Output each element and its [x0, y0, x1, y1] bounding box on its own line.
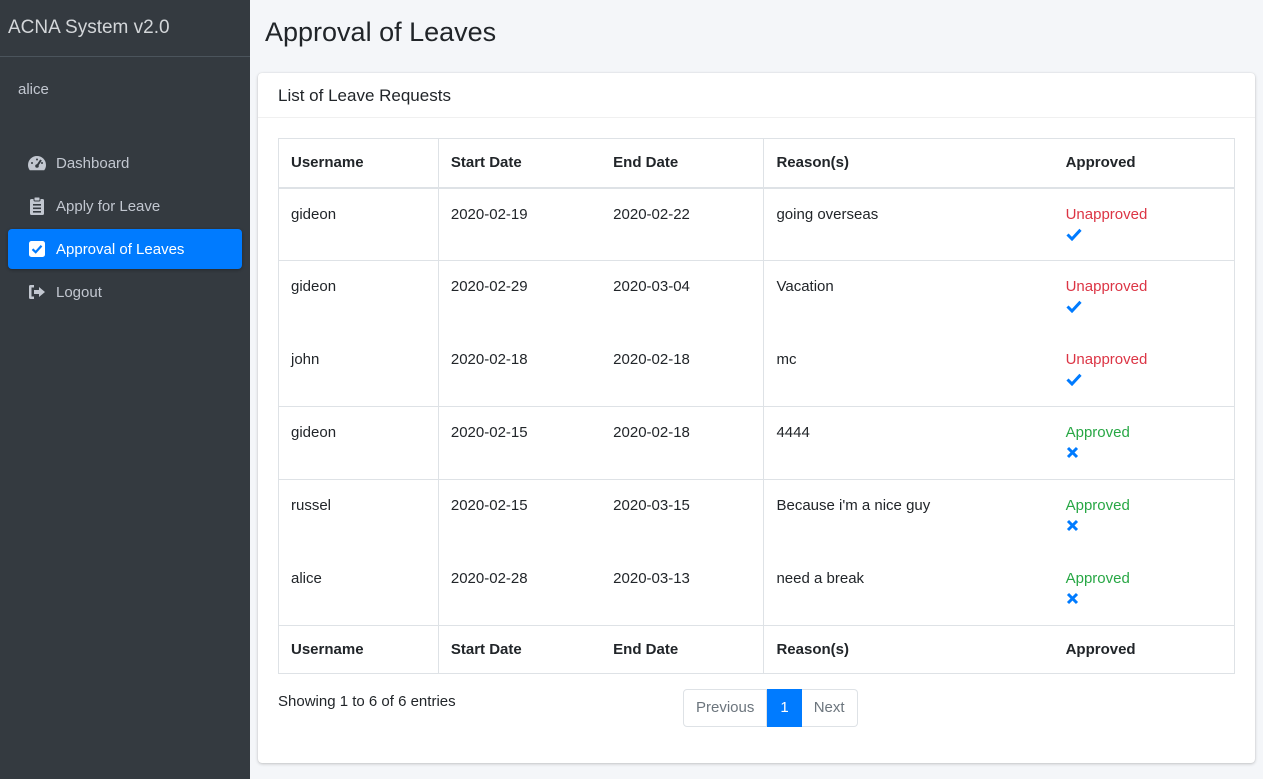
table-info: Showing 1 to 6 of 6 entries — [278, 693, 456, 710]
cell-reason: Because i'm a nice guy — [763, 479, 1054, 553]
footer-header-username: Username — [278, 625, 439, 674]
column-header-end-date[interactable]: End Date — [601, 138, 764, 189]
table-row: gideon 2020-02-29 2020-03-04 Vacation Un… — [278, 260, 1235, 334]
footer-header-start-date: Start Date — [437, 625, 602, 674]
cell-start-date: 2020-02-18 — [437, 333, 602, 407]
cell-end-date: 2020-02-18 — [613, 350, 690, 368]
table-row: russel 2020-02-15 2020-03-15 Because i'm… — [278, 479, 1235, 553]
table-footer-row: Username Start Date End Date Reason(s) A… — [278, 625, 1235, 674]
approve-check-icon[interactable] — [1066, 300, 1082, 317]
sidebar-nav: Dashboard Apply for Leave Approval of Le… — [0, 121, 250, 312]
status-unapproved: Unapproved — [1065, 350, 1148, 368]
sidebar-item-label: Dashboard — [56, 154, 130, 172]
leave-requests-card: List of Leave Requests Username Start Da… — [258, 73, 1255, 763]
cell-start-date: 2020-02-19 — [437, 187, 602, 261]
footer-header-approved: Approved — [1053, 625, 1235, 674]
sidebar-item-logout[interactable]: Logout — [8, 272, 242, 312]
cell-start-date: 2020-02-15 — [437, 479, 602, 553]
cell-username: russel — [278, 479, 439, 553]
footer-header-end-date: End Date — [601, 625, 764, 674]
card-title: List of Leave Requests — [258, 73, 1255, 118]
unapprove-x-icon[interactable] — [1066, 446, 1079, 463]
table-row: john 2020-02-18 2020-02-18 mc Unapproved — [279, 333, 1235, 407]
column-header-approved[interactable]: Approved — [1053, 138, 1235, 189]
footer-header-reasons: Reason(s) — [763, 625, 1054, 674]
sign-out-icon — [27, 283, 47, 301]
cell-reason: mc — [763, 333, 1054, 407]
table-row: alice 2020-02-28 2020-03-13 need a break… — [279, 552, 1235, 626]
cell-start-date: 2020-02-29 — [437, 260, 602, 334]
cell-username: gideon — [278, 406, 439, 480]
column-header-start-date[interactable]: Start Date — [437, 138, 602, 189]
sidebar: ACNA System v2.0 alice Dashboard Apply f… — [0, 0, 250, 779]
cell-reason: 4444 — [763, 406, 1054, 480]
approve-check-icon[interactable] — [1066, 373, 1082, 390]
cell-username: john — [291, 350, 320, 368]
cell-approved: Approved — [1054, 553, 1235, 626]
pagination: Previous 1 Next — [683, 689, 858, 727]
status-approved: Approved — [1065, 424, 1130, 441]
checkbox-icon — [27, 240, 47, 258]
tachometer-icon — [27, 154, 47, 172]
unapprove-x-icon[interactable] — [1066, 519, 1079, 536]
next-page-button[interactable]: Next — [801, 689, 858, 727]
cell-end-date: 2020-03-04 — [601, 260, 764, 334]
cell-reason: Vacation — [763, 260, 1054, 334]
cell-end-date: 2020-02-18 — [601, 406, 764, 480]
page-1-button[interactable]: 1 — [767, 689, 802, 727]
user-name[interactable]: alice — [0, 57, 250, 121]
cell-end-date: 2020-02-22 — [613, 205, 690, 223]
cell-approved: Unapproved — [1054, 188, 1235, 261]
cell-start-date: 2020-02-15 — [437, 406, 602, 480]
unapprove-x-icon[interactable] — [1066, 592, 1079, 609]
sidebar-item-approval-of-leaves[interactable]: Approval of Leaves — [8, 229, 242, 269]
brand-title[interactable]: ACNA System v2.0 — [0, 0, 250, 57]
sidebar-item-apply-for-leave[interactable]: Apply for Leave — [8, 186, 242, 226]
clipboard-icon — [27, 197, 47, 215]
cell-username: alice — [291, 569, 322, 587]
table-row: gideon 2020-02-15 2020-02-18 4444 Approv… — [278, 406, 1235, 480]
column-header-username[interactable]: Username — [278, 138, 439, 189]
status-unapproved: Unapproved — [1065, 278, 1148, 295]
cell-username: gideon — [278, 260, 439, 334]
cell-username: gideon — [291, 205, 337, 223]
previous-page-button[interactable]: Previous — [683, 689, 768, 727]
approve-check-icon[interactable] — [1066, 228, 1082, 245]
status-approved: Approved — [1065, 569, 1130, 587]
page-title: Approval of Leaves — [265, 17, 497, 47]
cell-reason: going overseas — [763, 187, 1054, 261]
cell-approved: Unapproved — [1053, 260, 1235, 334]
table-header-row: Username Start Date End Date Reason(s) A… — [278, 138, 1235, 189]
cell-approved: Approved — [1053, 406, 1235, 480]
status-approved: Approved — [1065, 497, 1130, 514]
cell-end-date: 2020-03-15 — [601, 479, 764, 553]
leave-requests-table: Username Start Date End Date Reason(s) A… — [278, 138, 1235, 674]
cell-approved: Approved — [1053, 479, 1235, 553]
cell-approved: Unapproved — [1054, 334, 1235, 407]
status-unapproved: Unapproved — [1065, 205, 1148, 223]
sidebar-item-dashboard[interactable]: Dashboard — [8, 143, 242, 183]
cell-reason: need a break — [763, 552, 1054, 626]
sidebar-item-label: Approval of Leaves — [56, 240, 185, 258]
cell-start-date: 2020-02-28 — [437, 552, 602, 626]
sidebar-item-label: Apply for Leave — [56, 197, 161, 215]
leave-requests-table-wrapper: Username Start Date End Date Reason(s) A… — [278, 138, 1235, 674]
cell-end-date: 2020-03-13 — [613, 569, 690, 587]
column-header-reasons[interactable]: Reason(s) — [763, 138, 1054, 189]
sidebar-item-label: Logout — [56, 283, 102, 301]
table-row: gideon 2020-02-19 2020-02-22 going overs… — [279, 187, 1235, 261]
